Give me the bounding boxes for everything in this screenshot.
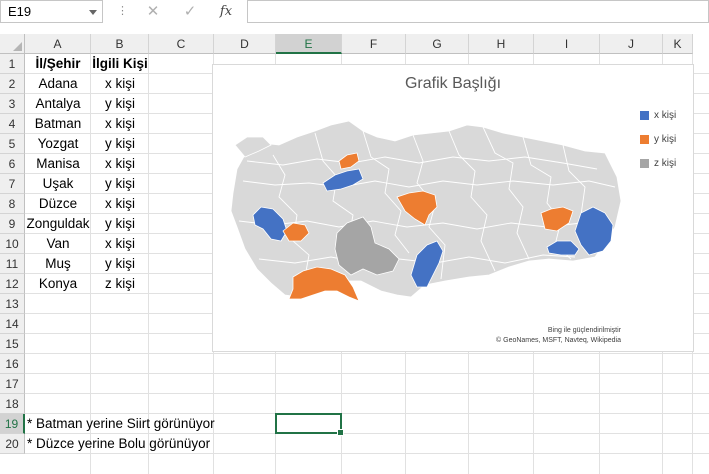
person-cell[interactable]: x kişi	[91, 234, 149, 254]
row-header-15[interactable]: 15	[0, 334, 25, 354]
row-header-5[interactable]: 5	[0, 134, 25, 154]
row-header-18[interactable]: 18	[0, 394, 25, 414]
person-cell[interactable]: x kişi	[91, 114, 149, 134]
column-header-a[interactable]: A	[25, 34, 91, 54]
name-box-value: E19	[8, 4, 32, 19]
attribution-powered-by: Bing ile güçlendirilmiştir	[547, 327, 621, 334]
column-header-j[interactable]: J	[600, 34, 663, 54]
person-cell[interactable]: z kişi	[91, 274, 149, 294]
row-header-16[interactable]: 16	[0, 354, 25, 374]
city-cell[interactable]: Antalya	[25, 94, 91, 114]
person-cell[interactable]: y kişi	[91, 134, 149, 154]
column-header-k[interactable]: K	[663, 34, 693, 54]
attribution-sources: © GeoNames, MSFT, Navteq, Wikipedia	[496, 337, 621, 344]
name-box[interactable]: E19	[0, 0, 103, 23]
column-header-f[interactable]: F	[342, 34, 406, 54]
row-header-3[interactable]: 3	[0, 94, 25, 114]
person-cell[interactable]: y kişi	[91, 254, 149, 274]
chevron-down-icon[interactable]	[89, 10, 97, 15]
person-cell[interactable]: x kişi	[91, 74, 149, 94]
column-header-d[interactable]: D	[214, 34, 276, 54]
map-chart[interactable]: Grafik Başlığı x kişi y kişi z kişi Bing…	[212, 64, 694, 352]
row-header-2[interactable]: 2	[0, 74, 25, 94]
city-cell[interactable]: Uşak	[25, 174, 91, 194]
row-header-7[interactable]: 7	[0, 174, 25, 194]
person-cell[interactable]: y kişi	[91, 174, 149, 194]
table-header-cell[interactable]: İlgili Kişi	[91, 54, 149, 74]
row-header-10[interactable]: 10	[0, 234, 25, 254]
cancel-icon[interactable]: ✕	[143, 2, 163, 22]
row-header-20[interactable]: 20	[0, 434, 25, 454]
city-cell[interactable]: Yozgat	[25, 134, 91, 154]
city-cell[interactable]: Manisa	[25, 154, 91, 174]
note-cell[interactable]: * Batman yerine Siirt görünüyor	[27, 414, 215, 434]
column-header-h[interactable]: H	[469, 34, 534, 54]
insert-function-icon[interactable]: fx	[216, 2, 236, 22]
legend-label-z: z kişi	[654, 158, 677, 169]
city-cell[interactable]: Zonguldak	[25, 214, 91, 234]
legend-swatch-y	[640, 135, 649, 144]
column-header-e[interactable]: E	[276, 34, 342, 54]
city-cell[interactable]: Batman	[25, 114, 91, 134]
select-all-corner[interactable]	[0, 34, 25, 54]
legend-label-y: y kişi	[654, 134, 677, 145]
column-header-b[interactable]: B	[91, 34, 149, 54]
row-header-4[interactable]: 4	[0, 114, 25, 134]
gridline-horizontal	[25, 393, 709, 394]
row-header-6[interactable]: 6	[0, 154, 25, 174]
more-options-icon[interactable]: ⋮	[117, 4, 128, 17]
person-cell[interactable]: x kişi	[91, 194, 149, 214]
formula-bar: E19 ⋮ ✕ ✓ fx	[0, 0, 709, 24]
person-cell[interactable]: y kişi	[91, 94, 149, 114]
row-header-19[interactable]: 19	[0, 414, 25, 434]
row-header-13[interactable]: 13	[0, 294, 25, 314]
row-header-1[interactable]: 1	[0, 54, 25, 74]
formula-input[interactable]	[247, 0, 709, 23]
row-header-11[interactable]: 11	[0, 254, 25, 274]
legend-swatch-z	[640, 159, 649, 168]
row-header-8[interactable]: 8	[0, 194, 25, 214]
legend-swatch-x	[640, 111, 649, 120]
column-header-i[interactable]: I	[534, 34, 600, 54]
column-header-c[interactable]: C	[149, 34, 214, 54]
person-cell[interactable]: x kişi	[91, 154, 149, 174]
city-cell[interactable]: Konya	[25, 274, 91, 294]
row-header-9[interactable]: 9	[0, 214, 25, 234]
city-cell[interactable]: Muş	[25, 254, 91, 274]
gridline-horizontal	[25, 353, 709, 354]
city-cell[interactable]: Van	[25, 234, 91, 254]
row-header-17[interactable]: 17	[0, 374, 25, 394]
row-header-12[interactable]: 12	[0, 274, 25, 294]
gridline-horizontal	[25, 373, 709, 374]
note-cell[interactable]: * Düzce yerine Bolu görünüyor	[27, 434, 210, 454]
table-header-cell[interactable]: İl/Şehir	[25, 54, 91, 74]
turkey-map	[230, 120, 622, 302]
column-header-g[interactable]: G	[406, 34, 469, 54]
city-cell[interactable]: Adana	[25, 74, 91, 94]
city-cell[interactable]: Düzce	[25, 194, 91, 214]
enter-icon[interactable]: ✓	[180, 2, 200, 22]
active-cell-e19[interactable]	[275, 413, 344, 436]
person-cell[interactable]: y kişi	[91, 214, 149, 234]
legend-label-x: x kişi	[654, 110, 677, 121]
row-header-14[interactable]: 14	[0, 314, 25, 334]
